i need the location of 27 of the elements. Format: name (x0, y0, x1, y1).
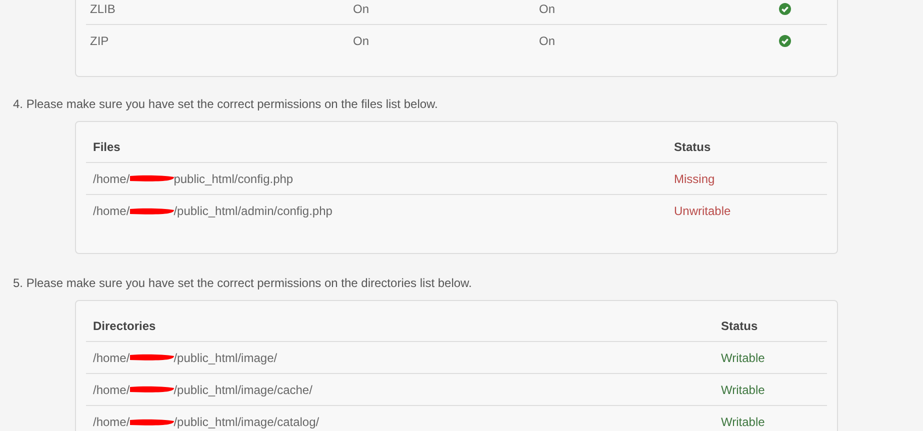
current-setting: On (353, 33, 370, 50)
current-setting: On (353, 0, 370, 18)
path-text: /home/ (93, 203, 130, 220)
path-text: /public_html/image/ (174, 350, 278, 366)
path-text: /home/ (93, 350, 130, 366)
extension-name: ZIP (90, 33, 110, 50)
path-text: /home/ (93, 170, 130, 188)
column-header: Status (674, 139, 712, 156)
column-header: Directories (93, 318, 157, 335)
column-header: Status (721, 318, 759, 335)
path-text: /home/ (93, 382, 130, 398)
required-setting: On (539, 33, 556, 50)
required-setting: On (539, 0, 556, 18)
extension-name: ZLIB (90, 0, 116, 18)
status-text: Missing (674, 170, 716, 188)
status-text: Writable (721, 414, 766, 431)
path-text: /public_html/image/cache/ (174, 382, 312, 398)
path-text: /home/ (93, 414, 130, 431)
instruction-text: 4. Please make sure you have set the correct permissions on the files list below. (12, 96, 439, 113)
path-text: /public_html/image/catalog/ (174, 414, 320, 431)
path-text: /public_html/admin/config.php (174, 203, 332, 220)
column-header: Files (93, 139, 122, 156)
instruction-text: 5. Please make sure you have set the correct permissions on the directories list below. (12, 275, 473, 292)
status-text: Writable (721, 382, 766, 398)
status-text: Writable (721, 350, 766, 366)
path-text: public_html/config.php (174, 170, 294, 188)
status-text: Unwritable (674, 203, 732, 220)
